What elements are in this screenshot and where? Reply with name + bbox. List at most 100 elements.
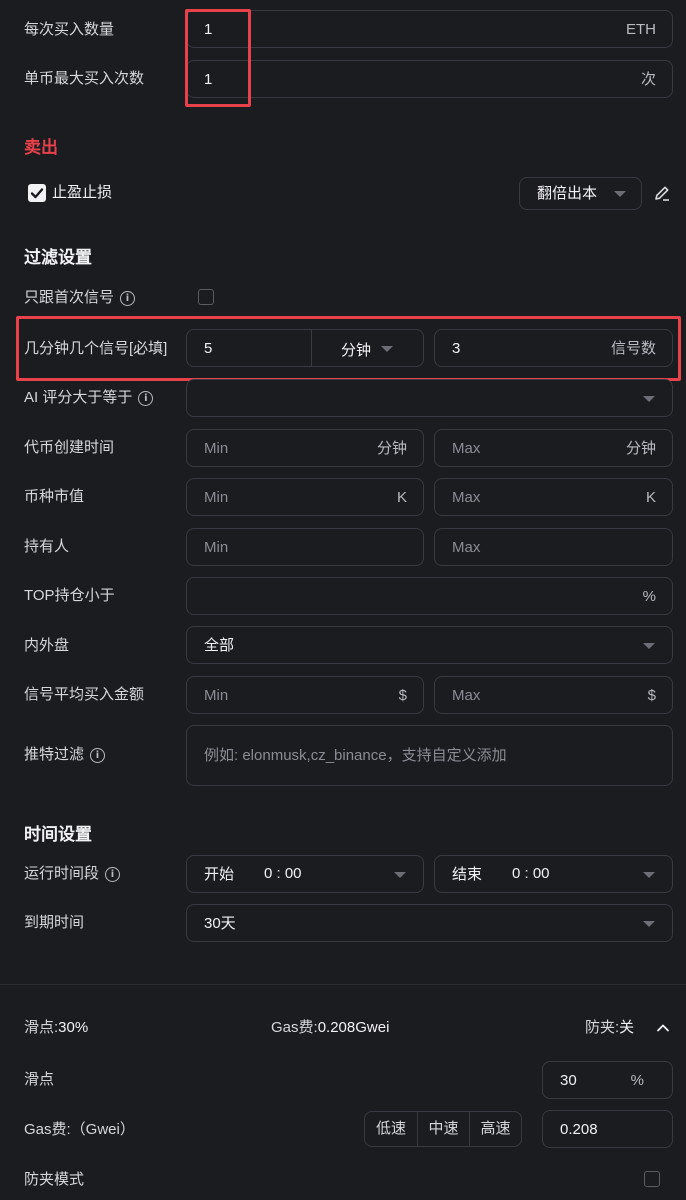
start-time-select[interactable]: 开始 0 : 00	[186, 855, 424, 893]
created-max-input[interactable]: Max 分钟	[434, 429, 673, 467]
chevron-down-icon	[614, 191, 626, 197]
ai-score-label: AI 评分大于等于 i	[24, 388, 154, 408]
slippage-label: 滑点	[24, 1071, 55, 1088]
tp-sl-label: 止盈止损	[52, 184, 113, 201]
twitter-text: 推特过滤	[24, 746, 85, 763]
slippage-unit: %	[630, 1072, 644, 1089]
avg-buy-min-unit: $	[398, 687, 407, 704]
first-signal-text: 只跟首次信号	[24, 289, 115, 306]
highlight-signals-box	[16, 316, 681, 381]
time-title: 时间设置	[24, 825, 92, 844]
chevron-down-icon	[643, 643, 655, 649]
max-buys-unit: 次	[640, 71, 656, 88]
twitter-placeholder: 例如: elonmusk,cz_binance，支持自定义添加	[204, 747, 507, 764]
gas-speed-high[interactable]: 高速	[470, 1112, 521, 1146]
holders-label: 持有人	[24, 538, 70, 555]
avg-buy-min: Min	[204, 687, 229, 704]
sell-strategy-select[interactable]: 翻倍出本	[519, 177, 642, 210]
top-holding-label: TOP持仓小于	[24, 587, 115, 604]
created-min: Min	[204, 440, 229, 457]
created-min-unit: 分钟	[376, 440, 407, 457]
antimev-checkbox[interactable]	[644, 1171, 660, 1187]
end-time-select[interactable]: 结束 0 : 00	[434, 855, 673, 893]
sell-strategy-value: 翻倍出本	[537, 185, 598, 202]
expire-select[interactable]: 30天	[186, 904, 673, 942]
gas-speed-low[interactable]: 低速	[365, 1112, 418, 1146]
holders-min-input[interactable]: Min	[186, 528, 424, 566]
section-divider	[0, 984, 686, 985]
chevron-up-icon[interactable]	[654, 1019, 672, 1037]
start-value: 0 : 00	[264, 865, 302, 882]
gas-summary-value: 0.208Gwei	[317, 1019, 390, 1036]
end-value: 0 : 00	[512, 865, 550, 882]
chevron-down-icon	[643, 921, 655, 927]
top-holding-input[interactable]: %	[186, 577, 673, 615]
gas-speed-medium[interactable]: 中速	[418, 1112, 470, 1146]
info-icon[interactable]: i	[105, 866, 121, 882]
chevron-down-icon	[643, 872, 655, 878]
mcap-max: Max	[452, 489, 481, 506]
expire-value: 30天	[204, 915, 236, 932]
gas-input[interactable]: 0.208	[542, 1110, 673, 1148]
pool-select[interactable]: 全部	[186, 626, 673, 664]
amount-unit: ETH	[626, 21, 656, 38]
avg-buy-label: 信号平均买入金额	[24, 686, 145, 703]
end-label: 结束	[452, 866, 483, 883]
gas-summary-label: Gas费:	[271, 1019, 318, 1036]
filter-title: 过滤设置	[24, 248, 92, 267]
check-icon	[30, 188, 44, 199]
created-max-unit: 分钟	[625, 440, 656, 457]
edit-icon[interactable]	[652, 183, 672, 203]
avg-buy-max-input[interactable]: Max $	[434, 676, 673, 714]
first-signal-label: 只跟首次信号 i	[24, 288, 136, 308]
ai-score-select[interactable]	[186, 379, 673, 417]
ai-score-text: AI 评分大于等于	[24, 389, 133, 406]
slippage-summary: 滑点:30%	[24, 1018, 88, 1038]
run-period-text: 运行时间段	[24, 865, 100, 882]
antimev-summary[interactable]: 防夹:关	[585, 1018, 634, 1038]
slippage-value: 30	[560, 1072, 577, 1089]
mcap-label: 币种市值	[24, 488, 85, 505]
antimev-summary-value: 关	[619, 1019, 635, 1036]
info-icon[interactable]: i	[120, 290, 136, 306]
created-min-input[interactable]: Min 分钟	[186, 429, 424, 467]
holders-min: Min	[204, 539, 229, 556]
sell-title: 卖出	[24, 138, 58, 157]
mcap-min-unit: K	[396, 489, 407, 506]
expire-label: 到期时间	[24, 914, 85, 931]
avg-buy-max-unit: $	[647, 687, 656, 704]
gas-value: 0.208	[560, 1121, 598, 1138]
mcap-max-input[interactable]: Max K	[434, 478, 673, 516]
chevron-down-icon	[394, 872, 406, 878]
slippage-summary-label: 滑点:	[24, 1019, 59, 1036]
holders-max: Max	[452, 539, 481, 556]
gas-summary: Gas费:0.208Gwei	[271, 1018, 389, 1038]
highlight-buy-box	[185, 9, 251, 107]
mcap-min: Min	[204, 489, 229, 506]
start-label: 开始	[204, 866, 235, 883]
mcap-min-input[interactable]: Min K	[186, 478, 424, 516]
antimev-label: 防夹模式	[24, 1171, 85, 1188]
slippage-input[interactable]: 30 %	[542, 1061, 673, 1099]
info-icon[interactable]: i	[138, 390, 154, 406]
pool-label: 内外盘	[24, 637, 70, 654]
amount-label: 每次买入数量	[24, 21, 115, 38]
pool-value: 全部	[204, 637, 235, 654]
twitter-label: 推特过滤 i	[24, 745, 106, 765]
avg-buy-max: Max	[452, 687, 481, 704]
antimev-summary-label: 防夹:	[585, 1019, 620, 1036]
slippage-summary-value: 30%	[58, 1019, 89, 1036]
holders-max-input[interactable]: Max	[434, 528, 673, 566]
info-icon[interactable]: i	[90, 747, 106, 763]
max-buys-input[interactable]: 1 次	[186, 60, 673, 98]
mcap-max-unit: K	[645, 489, 656, 506]
gas-speed-group: 低速 中速 高速	[364, 1111, 522, 1147]
chevron-down-icon	[643, 396, 655, 402]
created-max: Max	[452, 440, 481, 457]
gas-label: Gas费:（Gwei）	[24, 1121, 135, 1138]
avg-buy-min-input[interactable]: Min $	[186, 676, 424, 714]
tp-sl-checkbox[interactable]	[28, 184, 46, 202]
amount-input[interactable]: 1 ETH	[186, 10, 673, 48]
twitter-input[interactable]: 例如: elonmusk,cz_binance，支持自定义添加	[186, 725, 673, 786]
first-signal-checkbox[interactable]	[198, 289, 214, 305]
